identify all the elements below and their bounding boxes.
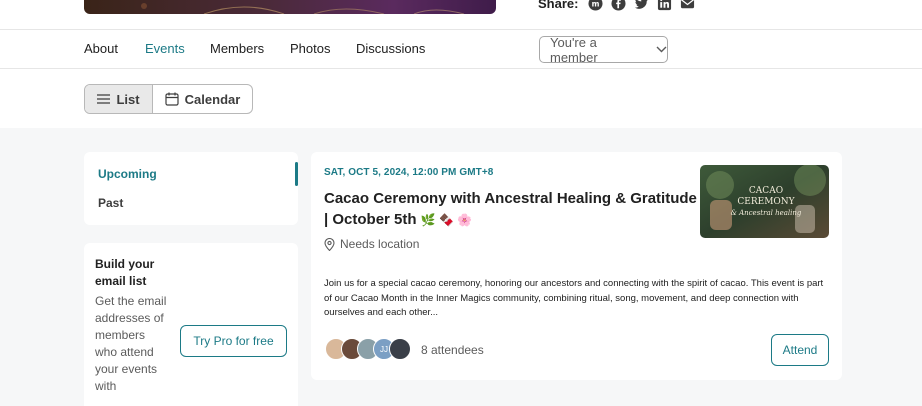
attend-button[interactable]: Attend xyxy=(771,334,829,366)
calendar-view-button[interactable]: Calendar xyxy=(153,85,252,113)
member-status-button[interactable]: You're a member xyxy=(539,34,668,65)
tab-discussions[interactable]: Discussions xyxy=(356,41,425,56)
view-toggle: List Calendar xyxy=(84,84,253,114)
member-status-label: You're a member xyxy=(550,34,598,65)
try-pro-button[interactable]: Try Pro for free xyxy=(180,325,287,357)
attendee-count: 8 attendees xyxy=(421,343,484,357)
event-title-text: Cacao Ceremony with Ancestral Healing & … xyxy=(324,190,697,228)
tab-about[interactable]: About xyxy=(84,41,118,56)
list-icon xyxy=(97,94,111,104)
calendar-view-label: Calendar xyxy=(184,91,241,107)
view-toggle-row: List Calendar xyxy=(0,69,922,128)
twitter-icon[interactable] xyxy=(634,0,649,11)
event-description: Join us for a special cacao ceremony, ho… xyxy=(324,278,824,318)
group-nav: About Events Members Photos Discussions … xyxy=(0,29,922,69)
chevron-down-icon xyxy=(656,46,667,53)
svg-text:m: m xyxy=(592,0,600,8)
tab-past[interactable]: Past xyxy=(98,196,123,210)
tab-upcoming[interactable]: Upcoming xyxy=(98,167,157,181)
list-view-label: List xyxy=(116,91,140,107)
share-bar: Share: m xyxy=(538,0,695,11)
event-thumbnail[interactable]: CACAO CEREMONY & Ancestral healing xyxy=(700,165,829,238)
list-view-button[interactable]: List xyxy=(85,85,153,113)
event-card[interactable]: SAT, OCT 5, 2024, 12:00 PM GMT+8 Cacao C… xyxy=(311,152,842,380)
active-tab-indicator xyxy=(295,162,298,186)
tab-events[interactable]: Events xyxy=(145,41,185,56)
email-list-promo-card: Build your email list Get the email addr… xyxy=(84,243,298,406)
share-label: Share: xyxy=(538,0,579,11)
header-top: Share: m xyxy=(0,0,922,29)
event-title-emoji: 🌿 🍫 🌸 xyxy=(420,213,473,227)
meetup-icon[interactable]: m xyxy=(588,0,603,11)
linkedin-icon[interactable] xyxy=(657,0,672,11)
map-pin-icon xyxy=(324,237,335,251)
group-banner-image xyxy=(84,0,496,14)
thumbnail-text-line3: & Ancestral healing xyxy=(731,209,802,217)
tab-members[interactable]: Members xyxy=(210,41,264,56)
tab-photos[interactable]: Photos xyxy=(290,41,330,56)
event-filter-card: Upcoming Past xyxy=(84,152,298,225)
attendee-avatars[interactable]: JJ xyxy=(325,338,411,360)
email-icon[interactable] xyxy=(680,0,695,11)
promo-title: Build your email list xyxy=(95,257,155,288)
avatar-initials: JJ xyxy=(380,344,388,354)
event-title[interactable]: Cacao Ceremony with Ancestral Healing & … xyxy=(324,188,699,231)
thumbnail-text-line2: CEREMONY xyxy=(737,197,795,207)
facebook-icon[interactable] xyxy=(611,0,626,11)
calendar-icon xyxy=(165,92,179,106)
thumbnail-text-line1: CACAO xyxy=(749,186,783,196)
event-location-text: Needs location xyxy=(340,237,420,251)
avatar xyxy=(389,338,411,360)
event-location: Needs location xyxy=(324,237,419,251)
promo-text: Get the email addresses of members who a… xyxy=(95,294,167,393)
event-date: SAT, OCT 5, 2024, 12:00 PM GMT+8 xyxy=(324,167,494,178)
